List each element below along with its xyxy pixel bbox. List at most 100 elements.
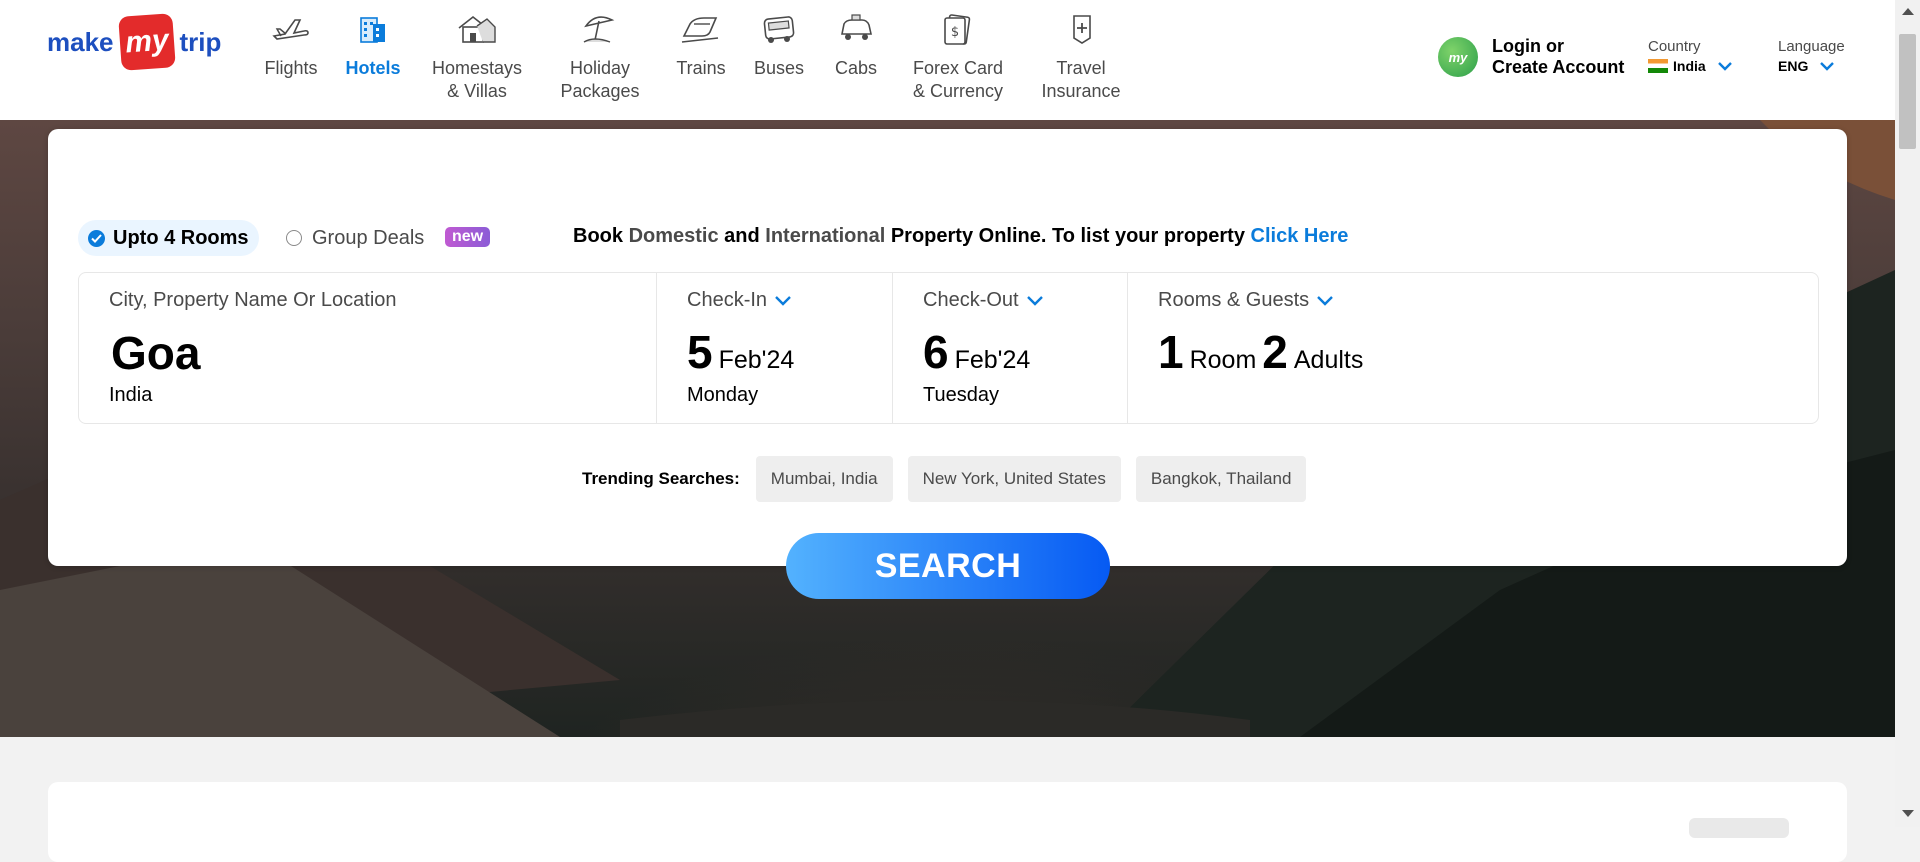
checkout-label: Check-Out — [923, 289, 1019, 311]
login-button[interactable]: my Login or Create Account — [1438, 36, 1624, 78]
nav-label-trains: Trains — [676, 58, 726, 78]
trending-label: Trending Searches: — [582, 469, 740, 488]
language-label: Language — [1778, 38, 1845, 55]
plane-icon — [250, 12, 332, 46]
homestay-icon — [414, 12, 540, 46]
city-field[interactable]: City, Property Name Or Location Goa Indi… — [79, 273, 657, 423]
promo-text-2: and — [718, 225, 766, 247]
nav-item-trains[interactable]: Trains — [660, 12, 742, 103]
checkout-day: 6 — [923, 326, 949, 378]
trending-chip[interactable]: Mumbai, India — [755, 456, 893, 502]
list-property-link[interactable]: Click Here — [1251, 225, 1349, 247]
promo-text-3: Property Online. To list your property — [885, 225, 1251, 247]
checkin-month: Feb'24 — [718, 346, 795, 374]
adults-word: Adults — [1293, 346, 1364, 374]
nav-item-buses[interactable]: Buses — [742, 12, 816, 103]
nav-item-cabs[interactable]: Cabs — [816, 12, 896, 103]
scroll-down-arrow-icon[interactable] — [1902, 810, 1914, 817]
country-label: Country — [1648, 38, 1701, 55]
city-field-label: City, Property Name Or Location — [109, 289, 397, 311]
trending-chip[interactable]: New York, United States — [907, 456, 1121, 502]
checked-circle-icon — [88, 229, 105, 247]
nav-item-flights[interactable]: Flights — [250, 12, 332, 103]
offers-card — [48, 782, 1847, 862]
scroll-up-arrow-icon[interactable] — [1902, 8, 1914, 15]
rooms-guests-value: 1 Room 2 Adults — [1158, 326, 1788, 386]
india-flag-icon — [1648, 59, 1668, 73]
forex-card-icon: $ — [896, 12, 1020, 46]
checkin-day: 5 — [687, 326, 713, 378]
checkin-date: 5 Feb'24 — [687, 326, 862, 386]
hotel-search-card: Upto 4 Rooms Group Deals new Book Domest… — [48, 129, 1847, 566]
upto-4-rooms-option[interactable]: Upto 4 Rooms — [78, 220, 259, 256]
chevron-down-icon — [1820, 58, 1835, 74]
checkout-label-row: Check-Out — [923, 289, 1097, 312]
nav-label-flights: Flights — [264, 58, 318, 78]
nav-label-cabs: Cabs — [834, 58, 878, 78]
nav-item-hotels[interactable]: Hotels — [332, 12, 414, 103]
login-line1: Login or — [1492, 36, 1564, 56]
nav-item-holiday-packages[interactable]: Holiday Packages — [540, 12, 660, 103]
train-icon — [660, 12, 742, 46]
cab-icon — [816, 12, 896, 46]
group-deals-option[interactable]: Group Deals — [286, 220, 424, 256]
city-country: India — [109, 384, 153, 406]
checkin-weekday: Monday — [687, 384, 759, 406]
makemytrip-logo[interactable]: make my trip — [47, 13, 222, 71]
language-value: ENG — [1778, 58, 1845, 74]
svg-text:$: $ — [951, 25, 959, 40]
logo-text-my: my — [117, 13, 176, 71]
logo-text-make: make — [47, 26, 114, 57]
group-deals-label: Group Deals — [312, 226, 425, 249]
login-line2: Create Account — [1492, 57, 1625, 77]
promo-international: International — [765, 225, 886, 247]
language-selector[interactable]: Language ENG — [1778, 38, 1845, 74]
nav-item-forex[interactable]: $ Forex Card & Currency — [896, 12, 1020, 103]
page-scrollbar[interactable] — [1895, 0, 1920, 827]
chevron-down-icon — [1026, 289, 1043, 312]
rooms-word: Room — [1189, 346, 1257, 374]
hotel-icon — [332, 12, 414, 46]
checkout-month: Feb'24 — [954, 346, 1031, 374]
nav-label-buses: Buses — [753, 58, 805, 78]
country-selector[interactable]: Country India — [1648, 38, 1732, 74]
rooms-guests-field[interactable]: Rooms & Guests 1 Room 2 Adults — [1128, 273, 1818, 423]
country-value-text: India — [1673, 58, 1706, 74]
checkin-label: Check-In — [687, 289, 768, 311]
trending-searches: Trending Searches: Mumbai, India New Yor… — [582, 456, 1321, 502]
chevron-down-icon — [1717, 58, 1732, 74]
trending-chip[interactable]: Bangkok, Thailand — [1135, 456, 1307, 502]
checkin-label-row: Check-In — [687, 289, 862, 312]
nav-label-travel-insurance: Travel Insurance — [1041, 58, 1121, 101]
checkin-field[interactable]: Check-In 5 Feb'24 Monday — [657, 273, 893, 423]
nav-item-homestays[interactable]: Homestays & Villas — [414, 12, 540, 103]
beach-umbrella-icon — [540, 12, 660, 46]
search-fields: City, Property Name Or Location Goa Indi… — [78, 272, 1819, 424]
upto-4-rooms-label: Upto 4 Rooms — [113, 226, 249, 249]
offers-tab-placeholder — [1689, 818, 1789, 838]
promo-domestic: Domestic — [628, 225, 719, 247]
new-badge: new — [445, 227, 491, 247]
nav-label-forex: Forex Card & Currency — [912, 58, 1004, 101]
scrollbar-thumb[interactable] — [1899, 34, 1916, 149]
promo-text-1: Book — [573, 225, 629, 247]
nav-label-hotels: Hotels — [345, 58, 401, 78]
chevron-down-icon — [775, 289, 791, 312]
bus-icon — [742, 12, 816, 46]
country-value: India — [1648, 58, 1732, 74]
checkout-field[interactable]: Check-Out 6 Feb'24 Tuesday — [893, 273, 1128, 423]
radio-empty-icon — [286, 230, 302, 246]
language-value-text: ENG — [1778, 58, 1809, 74]
nav-item-travel-insurance[interactable]: Travel Insurance — [1020, 12, 1142, 103]
insurance-shield-icon — [1020, 12, 1142, 46]
nav-label-holiday-packages: Holiday Packages — [560, 58, 640, 101]
chevron-down-icon — [1317, 289, 1334, 312]
main-nav: Flights Hotels Homestays & Villas Holida… — [250, 12, 1142, 103]
top-header: make my trip Flights Hotels Homestays & … — [0, 0, 1895, 120]
login-text: Login or Create Account — [1492, 36, 1624, 78]
city-value: Goa — [111, 327, 201, 379]
checkout-weekday: Tuesday — [923, 384, 999, 406]
checkout-date: 6 Feb'24 — [923, 326, 1097, 386]
search-button[interactable]: SEARCH — [786, 533, 1110, 599]
logo-text-trip: trip — [179, 26, 222, 57]
